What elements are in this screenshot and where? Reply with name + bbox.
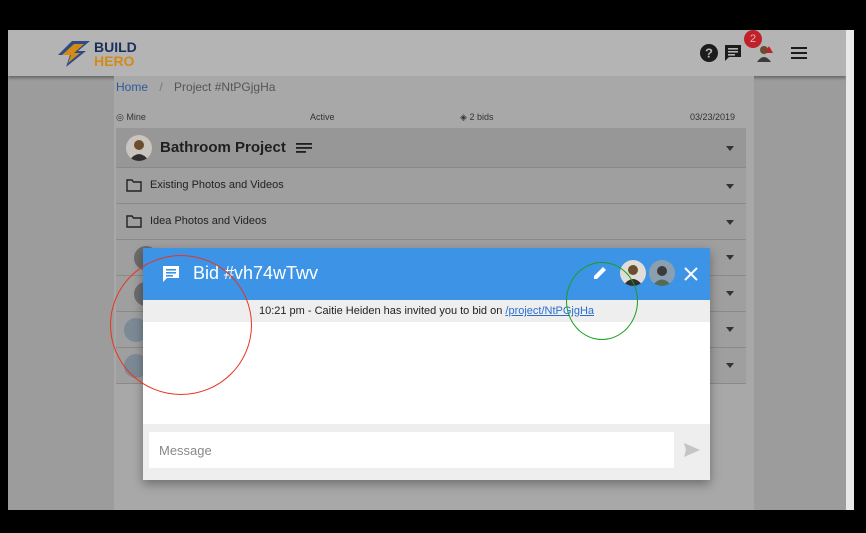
participant-avatar[interactable] xyxy=(649,260,675,286)
edit-pencil-icon[interactable] xyxy=(591,264,609,282)
system-message-text: 10:21 pm - Caitie Heiden has invited you… xyxy=(258,305,506,317)
project-link[interactable]: /project/NtPGjgHa xyxy=(505,305,594,317)
chevron-down-icon[interactable] xyxy=(726,363,734,368)
dialog-title: Bid #vh74wTwv xyxy=(193,263,319,283)
person-avatar-icon xyxy=(652,266,672,286)
owner-label: Mine xyxy=(126,112,146,122)
folder-label: Existing Photos and Videos xyxy=(150,179,284,191)
bids-label: 2 bids xyxy=(469,112,494,122)
project-owner-avatar xyxy=(126,135,152,161)
help-icon[interactable]: ? xyxy=(698,42,720,64)
project-date: 03/23/2019 xyxy=(690,112,736,122)
logo-text-hero: HERO xyxy=(94,53,135,69)
breadcrumb-home-link[interactable]: Home xyxy=(116,80,148,94)
project-bid-count: ◈ 2 bids xyxy=(460,112,493,123)
folder-existing-photos[interactable]: Existing Photos and Videos xyxy=(116,168,746,204)
system-message-bar: 10:21 pm - Caitie Heiden has invited you… xyxy=(143,300,710,322)
chevron-down-icon[interactable] xyxy=(726,220,734,225)
project-owner: ◎ Mine xyxy=(116,112,146,123)
svg-text:?: ? xyxy=(705,46,713,61)
project-header-row[interactable]: Bathroom Project xyxy=(116,128,746,168)
tag-icon: ◈ xyxy=(460,112,467,122)
person-avatar-icon xyxy=(623,265,643,286)
project-status: Active xyxy=(310,112,335,122)
system-message: 10:21 pm - Caitie Heiden has invited you… xyxy=(143,305,710,317)
folder-label: Idea Photos and Videos xyxy=(150,215,267,227)
folder-icon xyxy=(126,215,142,228)
breadcrumb-current: Project #NtPGjgHa xyxy=(174,80,276,94)
buildhero-logo[interactable]: BUILD HERO xyxy=(56,35,146,71)
project-title-text: Bathroom Project xyxy=(160,139,286,156)
logo-text-build: BUILD xyxy=(94,39,137,55)
chevron-down-icon[interactable] xyxy=(726,291,734,296)
app-bar: BUILD HERO ? 2 xyxy=(8,30,846,76)
description-icon[interactable] xyxy=(296,142,313,154)
message-composer xyxy=(143,424,710,480)
scrollbar-track[interactable] xyxy=(846,30,854,510)
participant-avatar[interactable] xyxy=(620,260,646,286)
chevron-down-icon[interactable] xyxy=(726,255,734,260)
message-input[interactable] xyxy=(149,432,674,468)
chat-icon[interactable] xyxy=(722,42,744,64)
breadcrumb: Home / Project #NtPGjgHa xyxy=(116,80,275,94)
chevron-down-icon[interactable] xyxy=(726,184,734,189)
chevron-down-icon[interactable] xyxy=(726,327,734,332)
send-icon[interactable] xyxy=(683,442,701,458)
close-icon[interactable] xyxy=(683,266,699,282)
folder-idea-photos[interactable]: Idea Photos and Videos xyxy=(116,204,746,240)
logo-emblem-icon xyxy=(58,41,90,67)
account-circle-icon: ◎ xyxy=(116,112,124,122)
hamburger-menu-icon[interactable] xyxy=(788,42,810,64)
dialog-header: Bid #vh74wTwv xyxy=(143,248,710,300)
chevron-down-icon[interactable] xyxy=(726,146,734,151)
project-title: Bathroom Project xyxy=(160,139,313,156)
breadcrumb-separator: / xyxy=(159,80,163,94)
folder-icon xyxy=(126,179,142,192)
chat-icon xyxy=(163,266,179,282)
person-avatar-icon xyxy=(129,140,149,161)
user-avatar-icon[interactable] xyxy=(754,42,776,64)
bid-chat-dialog: Bid #vh74wTwv 10:21 pm - Caitie Heiden h… xyxy=(143,248,710,480)
